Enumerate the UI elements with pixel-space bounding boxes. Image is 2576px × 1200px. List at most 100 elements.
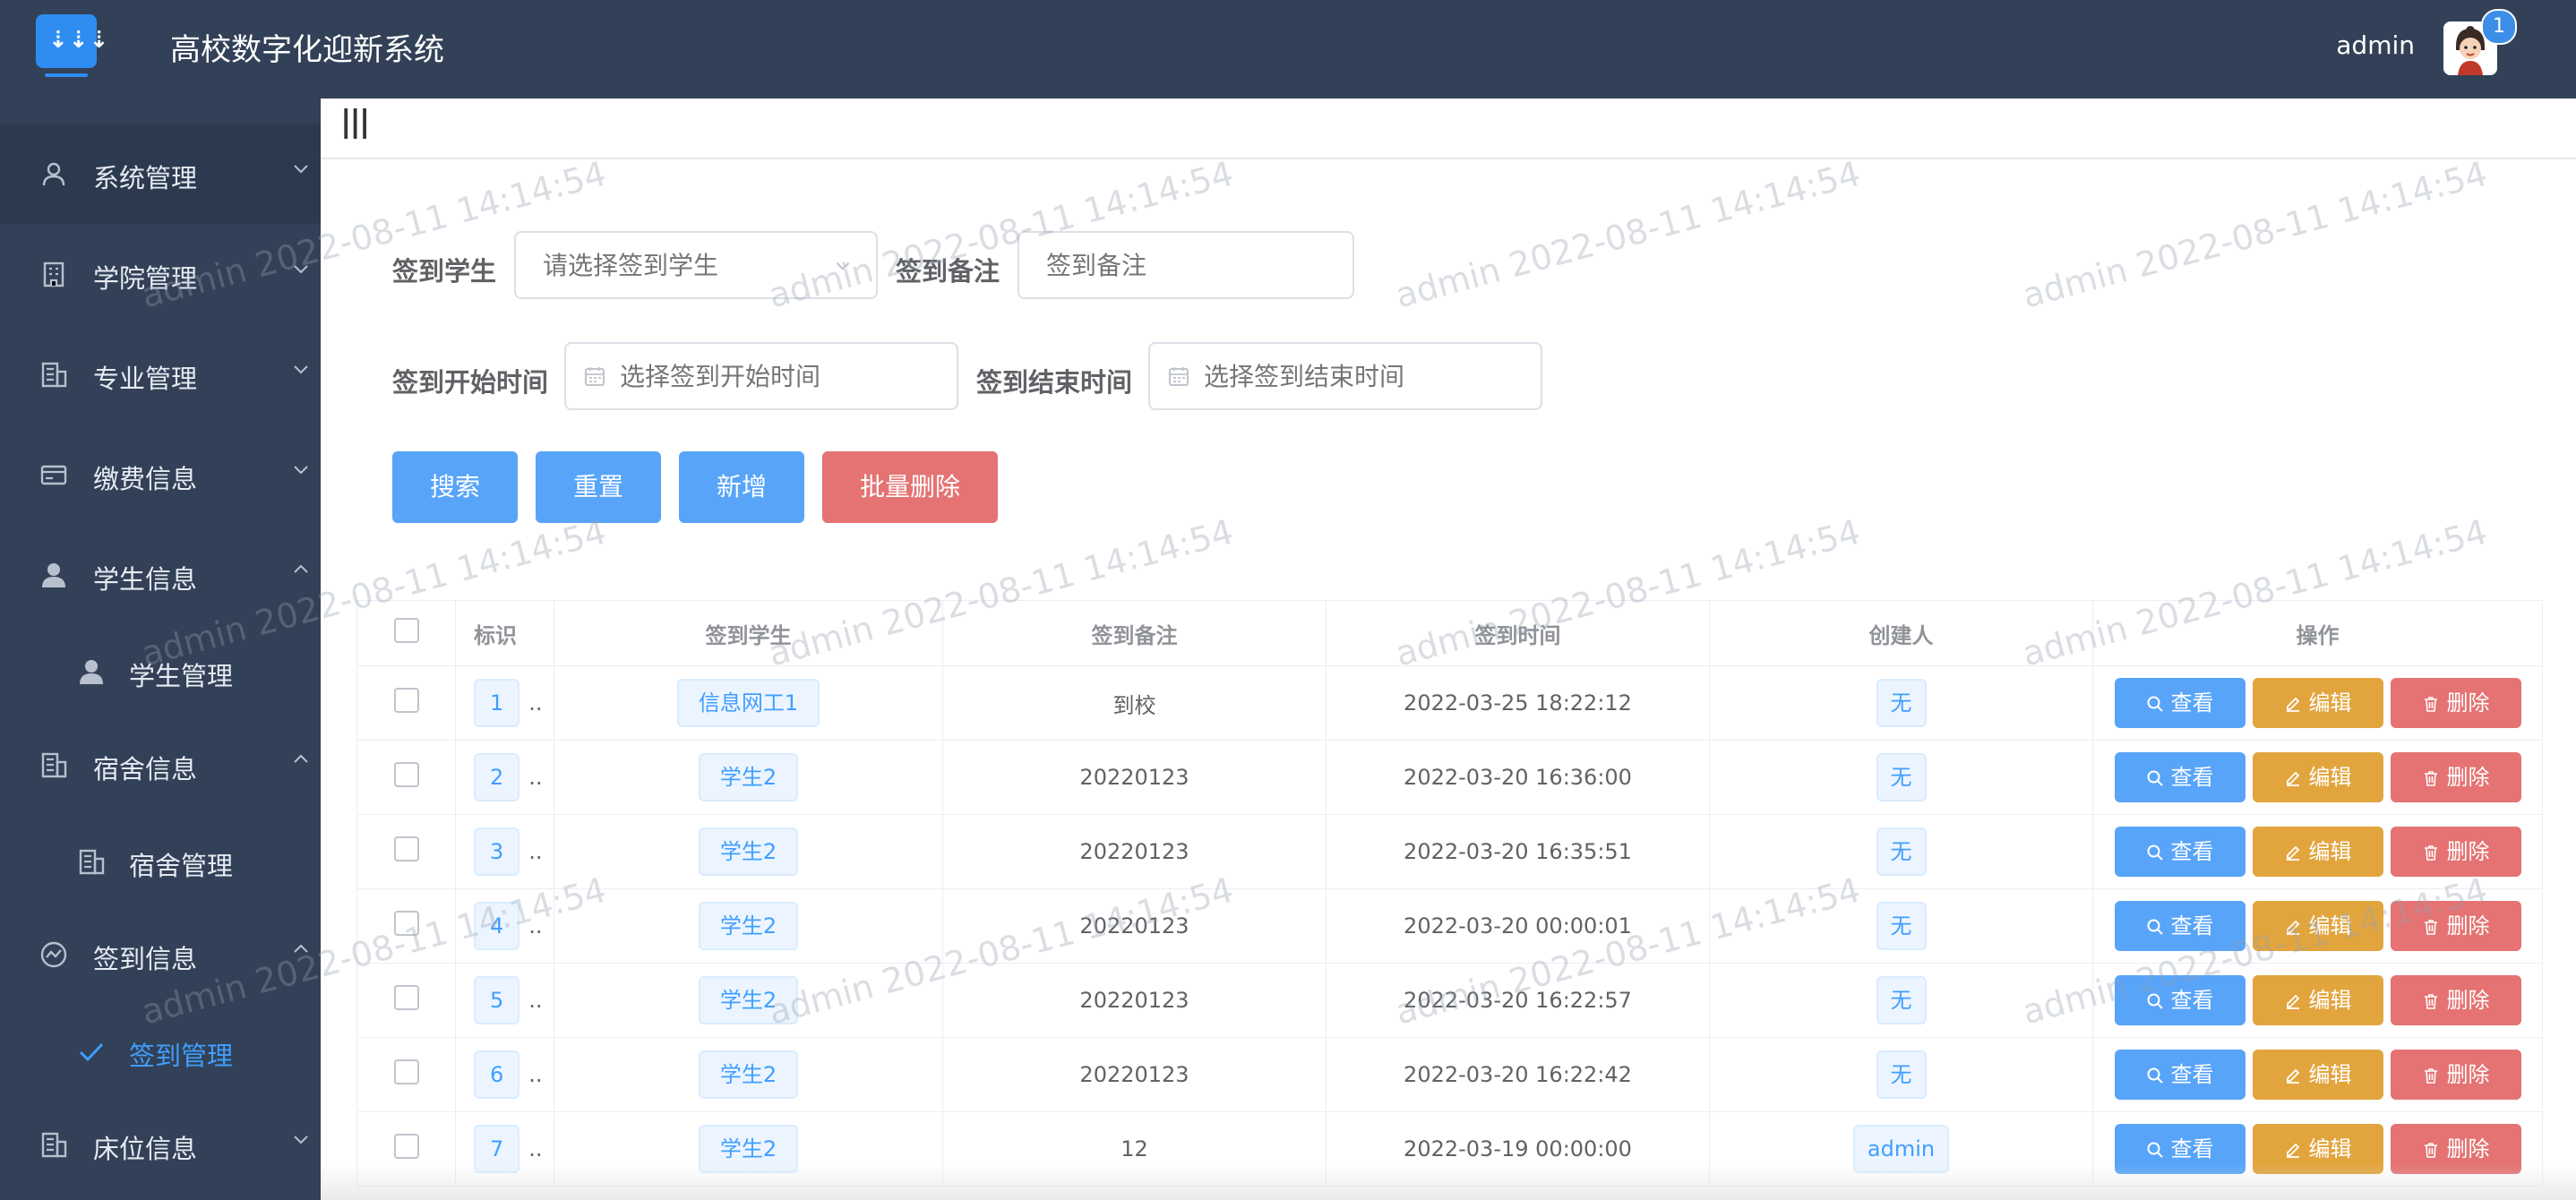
remark-cell: 20220123	[943, 889, 1327, 964]
student-cell: 学生2	[554, 964, 943, 1038]
actions-cell: 查看编辑删除	[2093, 964, 2543, 1038]
end-time-picker[interactable]	[1148, 342, 1542, 410]
select-all-cell[interactable]	[357, 601, 456, 666]
student-tag: 学生2	[699, 753, 798, 801]
row-checkbox[interactable]	[394, 688, 419, 713]
creator-tag: 无	[1876, 753, 1927, 801]
menu-toggle-icon[interactable]: |||	[340, 104, 368, 140]
id-cell: 1..	[456, 666, 554, 741]
user-icon	[39, 159, 68, 188]
sidebar-item-payment[interactable]: 缴费信息	[0, 424, 321, 525]
search-icon	[2146, 1141, 2164, 1159]
sidebar-item-college[interactable]: 学院管理	[0, 224, 321, 324]
row-checkbox[interactable]	[394, 762, 419, 787]
row-select-cell[interactable]	[357, 815, 456, 889]
row-checkbox[interactable]	[394, 1059, 419, 1084]
chevron-down-icon	[292, 159, 310, 177]
edit-button[interactable]: 编辑	[2253, 901, 2383, 951]
row-checkbox[interactable]	[394, 985, 419, 1010]
sidebar-item-signin-info[interactable]: 签到信息	[0, 904, 321, 1005]
batch-delete-button[interactable]: 批量删除	[822, 451, 998, 523]
search-button[interactable]: 搜索	[392, 451, 518, 523]
edit-button[interactable]: 编辑	[2253, 752, 2383, 802]
person-icon	[77, 657, 106, 686]
start-time-label: 签到开始时间	[392, 362, 548, 399]
trash-icon	[2422, 769, 2440, 787]
edit-icon	[2284, 695, 2302, 713]
sidebar-item-bed-info[interactable]: 床位信息	[0, 1094, 321, 1195]
view-button[interactable]: 查看	[2115, 901, 2245, 951]
student-label: 签到学生	[392, 251, 496, 288]
student-select[interactable]	[514, 231, 878, 299]
row-select-cell[interactable]	[357, 666, 456, 741]
creator-tag: 无	[1876, 827, 1927, 876]
office-icon	[39, 750, 68, 779]
time-cell: 2022-03-20 16:22:42	[1327, 1038, 1710, 1112]
id-tag: 5	[474, 976, 519, 1024]
creator-tag: 无	[1876, 679, 1927, 727]
sidebar-item-dorm-manage[interactable]: 宿舍管理	[0, 815, 321, 910]
remark-label: 签到备注	[896, 251, 1000, 288]
reset-button[interactable]: 重置	[536, 451, 661, 523]
creator-cell: 无	[1710, 815, 2093, 889]
view-button[interactable]: 查看	[2115, 1050, 2245, 1100]
edit-button[interactable]: 编辑	[2253, 678, 2383, 728]
view-button[interactable]: 查看	[2115, 752, 2245, 802]
row-select-cell[interactable]	[357, 964, 456, 1038]
sidebar-item-major[interactable]: 专业管理	[0, 324, 321, 424]
view-button[interactable]: 查看	[2115, 827, 2245, 877]
column-header: 签到备注	[943, 601, 1327, 666]
delete-button[interactable]: 删除	[2391, 827, 2521, 877]
office-icon	[77, 847, 106, 876]
start-time-picker[interactable]	[564, 342, 958, 410]
remark-cell: 20220123	[943, 964, 1327, 1038]
add-button[interactable]: 新增	[679, 451, 804, 523]
edit-button[interactable]: 编辑	[2253, 827, 2383, 877]
row-select-cell[interactable]	[357, 889, 456, 964]
edit-button[interactable]: 编辑	[2253, 975, 2383, 1025]
trash-icon	[2422, 695, 2440, 713]
remark-cell: 20220123	[943, 815, 1327, 889]
time-cell: 2022-03-20 00:00:01	[1327, 889, 1710, 964]
remark-cell: 20220123	[943, 741, 1327, 815]
creator-cell: 无	[1710, 666, 2093, 741]
row-select-cell[interactable]	[357, 741, 456, 815]
delete-button[interactable]: 删除	[2391, 1050, 2521, 1100]
sidebar-item-student-info[interactable]: 学生信息	[0, 525, 321, 625]
search-icon	[2146, 1067, 2164, 1084]
view-button[interactable]: 查看	[2115, 678, 2245, 728]
trash-icon	[2422, 1067, 2440, 1084]
edit-button[interactable]: 编辑	[2253, 1050, 2383, 1100]
delete-button[interactable]: 删除	[2391, 975, 2521, 1025]
student-cell: 学生2	[554, 815, 943, 889]
edit-icon	[2284, 992, 2302, 1010]
sidebar-item-system[interactable]: 系统管理	[0, 124, 321, 224]
row-checkbox[interactable]	[394, 836, 419, 861]
calendar-icon	[584, 365, 605, 387]
search-icon	[2146, 769, 2164, 787]
trash-icon	[2422, 992, 2440, 1010]
chevron-down-icon	[292, 360, 310, 378]
row-checkbox[interactable]	[394, 911, 419, 936]
id-tag: 2	[474, 753, 519, 801]
delete-button[interactable]: 删除	[2391, 901, 2521, 951]
sidebar-item-signin-manage[interactable]: 签到管理	[0, 1005, 321, 1100]
check-icon	[77, 1037, 106, 1066]
view-button[interactable]: 查看	[2115, 975, 2245, 1025]
delete-button[interactable]: 删除	[2391, 752, 2521, 802]
creator-tag: 无	[1876, 1050, 1927, 1099]
time-cell: 2022-03-20 16:36:00	[1327, 741, 1710, 815]
creator-cell: 无	[1710, 1038, 2093, 1112]
chevron-down-icon	[292, 260, 310, 278]
remark-input[interactable]	[1018, 231, 1354, 299]
select-all-checkbox[interactable]	[394, 618, 419, 643]
user-name[interactable]: admin	[2336, 30, 2415, 60]
delete-button[interactable]: 删除	[2391, 678, 2521, 728]
sidebar-item-student-manage[interactable]: 学生管理	[0, 625, 321, 720]
sidebar-item-dorm-info[interactable]: 宿舍信息	[0, 715, 321, 815]
row-select-cell[interactable]	[357, 1038, 456, 1112]
notification-badge[interactable]: 1	[2481, 9, 2517, 45]
row-checkbox[interactable]	[394, 1134, 419, 1159]
creator-cell: 无	[1710, 741, 2093, 815]
chevron-down-icon	[292, 460, 310, 478]
